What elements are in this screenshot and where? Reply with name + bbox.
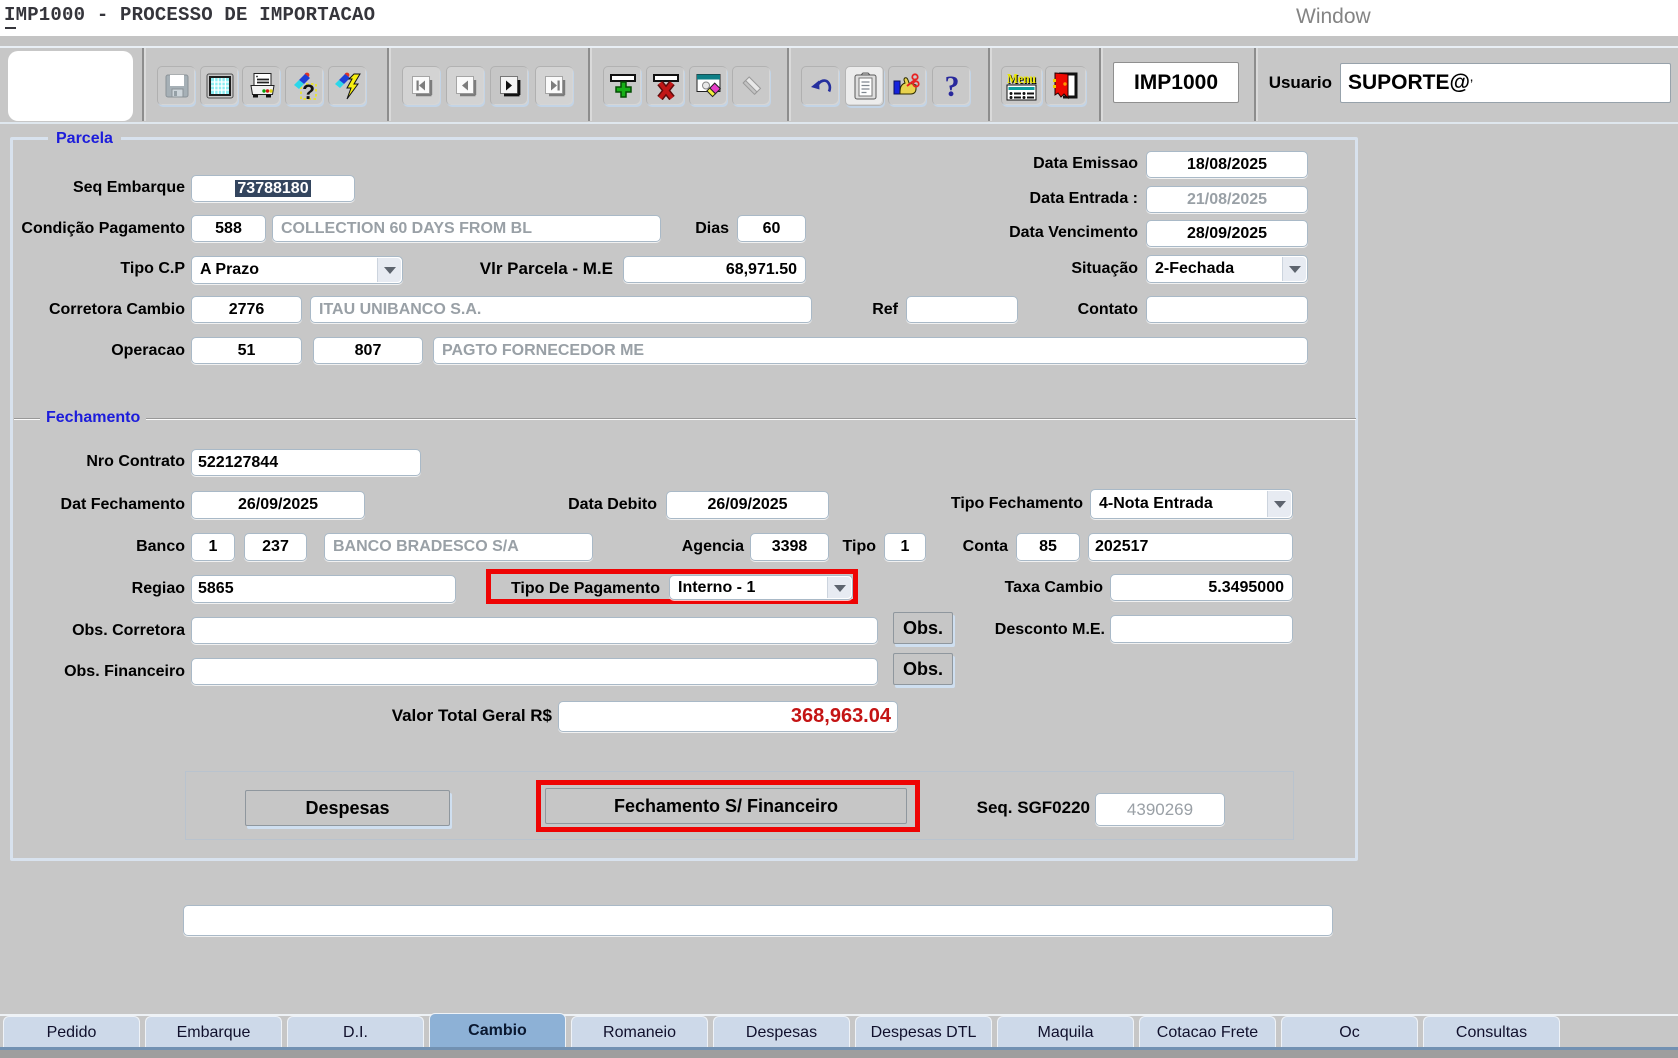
- svg-text:?: ?: [944, 72, 959, 100]
- svg-text:?: ?: [302, 81, 315, 100]
